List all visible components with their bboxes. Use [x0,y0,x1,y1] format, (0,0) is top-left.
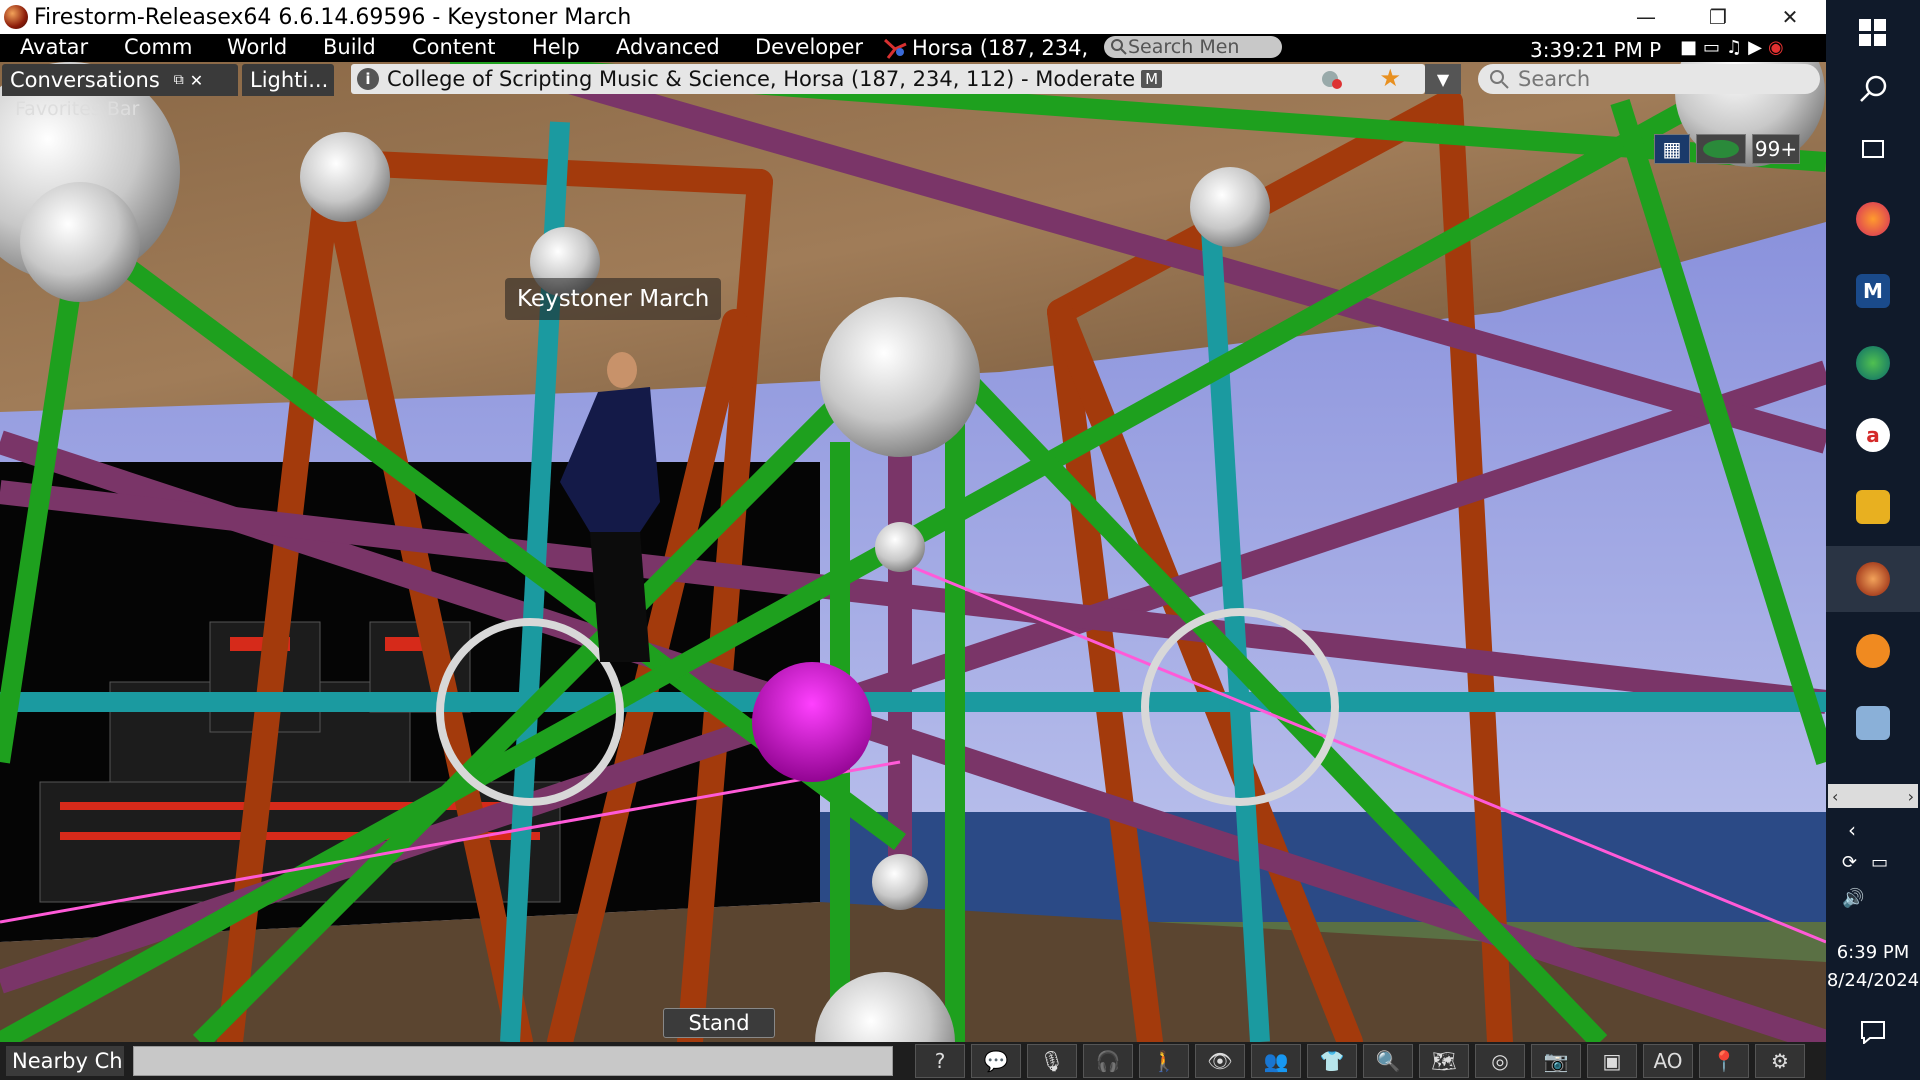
navigation-bar[interactable]: i College of Scripting Music & Science, … [351,64,1425,94]
menu-bar: Avatar Comm World Build Content Help Adv… [0,34,1826,62]
minimize-button[interactable]: — [1610,0,1682,34]
chevron-left-icon[interactable]: ‹ [1848,818,1856,842]
monitor-icon[interactable]: ▭ [1703,37,1720,58]
chevron-left-icon[interactable]: ‹ [1832,787,1838,806]
no-script-icon [1319,67,1345,96]
notes-icon[interactable] [1826,474,1920,540]
search-icon [1111,39,1127,55]
search-icon[interactable]: 🔍 [1363,1044,1413,1078]
settings-icon[interactable]: ⚙ [1755,1044,1805,1078]
restore-button[interactable]: ❐ [1682,0,1754,34]
search-icon[interactable] [1826,56,1920,122]
music-icon[interactable]: ♫ [1726,37,1742,58]
tray-icons: ⟳ ▭ [1842,852,1888,873]
audacity-icon[interactable] [1826,618,1920,684]
chevron-right-icon[interactable]: › [1908,787,1914,806]
bottom-toolbar: Nearby Ch ? 💬 🎙 🎧 🚶 👁 👥 👕 🔍 🗺 ◎ 📷 ▣ AO 📍… [0,1042,1826,1080]
close-icon[interactable]: ✕ [190,71,203,90]
clock: 3:39:21 PM P [1530,38,1662,62]
window-titlebar: Firestorm-Releasex64 6.6.14.69596 - Keys… [0,0,1826,34]
taskbar-scroller[interactable]: ‹ › [1828,784,1918,808]
headphones-icon[interactable]: 🎧 [1083,1044,1133,1078]
location-short-text: Horsa (187, 234, [912,36,1089,60]
notification-icon[interactable] [1860,1020,1886,1048]
search-input[interactable]: Search [1478,64,1820,94]
tab-conversations-label: Conversations [10,68,160,92]
microphone-icon[interactable]: 🎙 [1027,1044,1077,1078]
eye-icon[interactable]: 👁 [1195,1044,1245,1078]
chat-input[interactable] [133,1046,893,1076]
maple-icon[interactable]: M [1826,258,1920,324]
landmark-icon[interactable]: 📍 [1699,1044,1749,1078]
status-icons: ■ ▭ ♫ ▶ ◉ [1680,37,1784,58]
flight-icon [883,38,907,59]
edge-icon[interactable] [1826,330,1920,396]
menu-avatar[interactable]: Avatar [20,35,88,59]
firestorm-app-icon [4,5,28,29]
location-indicator[interactable]: Horsa (187, 234, [882,36,1088,60]
firefox-icon[interactable] [1826,186,1920,252]
chevron-down-icon: ▼ [1436,69,1450,89]
location-text[interactable]: College of Scripting Music & Science, Ho… [387,67,1135,91]
tab-conversations[interactable]: Conversations ⧉ ✕ [2,64,238,96]
acrobat-icon[interactable]: a [1826,402,1920,468]
menu-world[interactable]: World [227,35,287,59]
taskbar-date[interactable]: 8/24/2024 [1826,970,1920,991]
people-icon[interactable]: 👥 [1251,1044,1301,1078]
tab-lighting-label: Lighti... [250,68,329,92]
network-icon[interactable] [1826,690,1920,756]
firestorm-icon[interactable] [1826,546,1920,612]
undock-icon[interactable]: ⧉ [174,72,184,88]
inventory-icon[interactable]: ▣ [1587,1044,1637,1078]
chat-bubble-icon[interactable] [1696,134,1746,164]
windows-taskbar: M a ‹ › ‹ ⟳ ▭ 🔊 6:39 PM 8/24/2024 [1826,0,1920,1080]
minimap-icon[interactable]: ▦ [1654,134,1690,164]
camera-icon[interactable]: ■ [1680,37,1697,58]
search-placeholder: Search [1518,67,1591,91]
menu-search-placeholder: Search Men [1128,36,1240,58]
avatar-nametag: Keystoner March [505,278,722,320]
tab-lighting[interactable]: Lighti... [242,64,334,96]
sound-muted-icon[interactable]: ◉ [1768,37,1784,58]
tray-sync-icon[interactable]: ⟳ [1842,852,1857,873]
shirt-icon[interactable]: 👕 [1307,1044,1357,1078]
menu-comm[interactable]: Comm [124,35,192,59]
snapshot-icon[interactable]: 📷 [1531,1044,1581,1078]
help-icon[interactable]: ? [915,1044,965,1078]
menu-search-input[interactable]: Search Men [1104,36,1282,58]
maturity-badge: M [1141,70,1163,88]
menu-content[interactable]: Content [412,35,496,59]
taskbar-time[interactable]: 6:39 PM [1826,942,1920,963]
close-button[interactable]: ✕ [1754,0,1826,34]
menu-build[interactable]: Build [323,35,376,59]
task-view-icon[interactable] [1826,116,1920,182]
favorite-star-icon[interactable]: ★ [1379,64,1401,92]
location-history-dropdown[interactable]: ▼ [1425,64,1461,94]
chat-icon[interactable]: 💬 [971,1044,1021,1078]
map-icon[interactable]: 🗺 [1419,1044,1469,1078]
media-icon[interactable]: ▶ [1748,37,1762,58]
magenta-sphere [752,662,872,782]
info-icon[interactable]: i [357,68,379,90]
menu-developer[interactable]: Developer [755,35,863,59]
radar-icon[interactable]: ◎ [1475,1044,1525,1078]
tray-display-icon[interactable]: ▭ [1871,852,1888,873]
chat-channel-selector[interactable]: Nearby Ch [6,1046,124,1076]
hud-buttons: ▦ 99+ [1654,134,1800,164]
viewer-3d-scene[interactable] [0,62,1826,1042]
menu-help[interactable]: Help [532,35,580,59]
search-icon [1490,70,1509,89]
walk-icon[interactable]: 🚶 [1139,1044,1189,1078]
ao-toggle[interactable]: AO [1643,1044,1693,1078]
window-controls: — ❐ ✕ [1610,0,1826,34]
stand-button[interactable]: Stand [663,1008,775,1038]
menu-advanced[interactable]: Advanced [616,35,720,59]
favorites-bar[interactable]: Favorites Bar [15,98,139,120]
toolbar-buttons: ? 💬 🎙 🎧 🚶 👁 👥 👕 🔍 🗺 ◎ 📷 ▣ AO 📍 ⚙ [915,1044,1805,1078]
notification-count[interactable]: 99+ [1752,134,1800,164]
window-title: Firestorm-Releasex64 6.6.14.69596 - Keys… [34,4,632,30]
volume-icon[interactable]: 🔊 [1842,888,1864,909]
